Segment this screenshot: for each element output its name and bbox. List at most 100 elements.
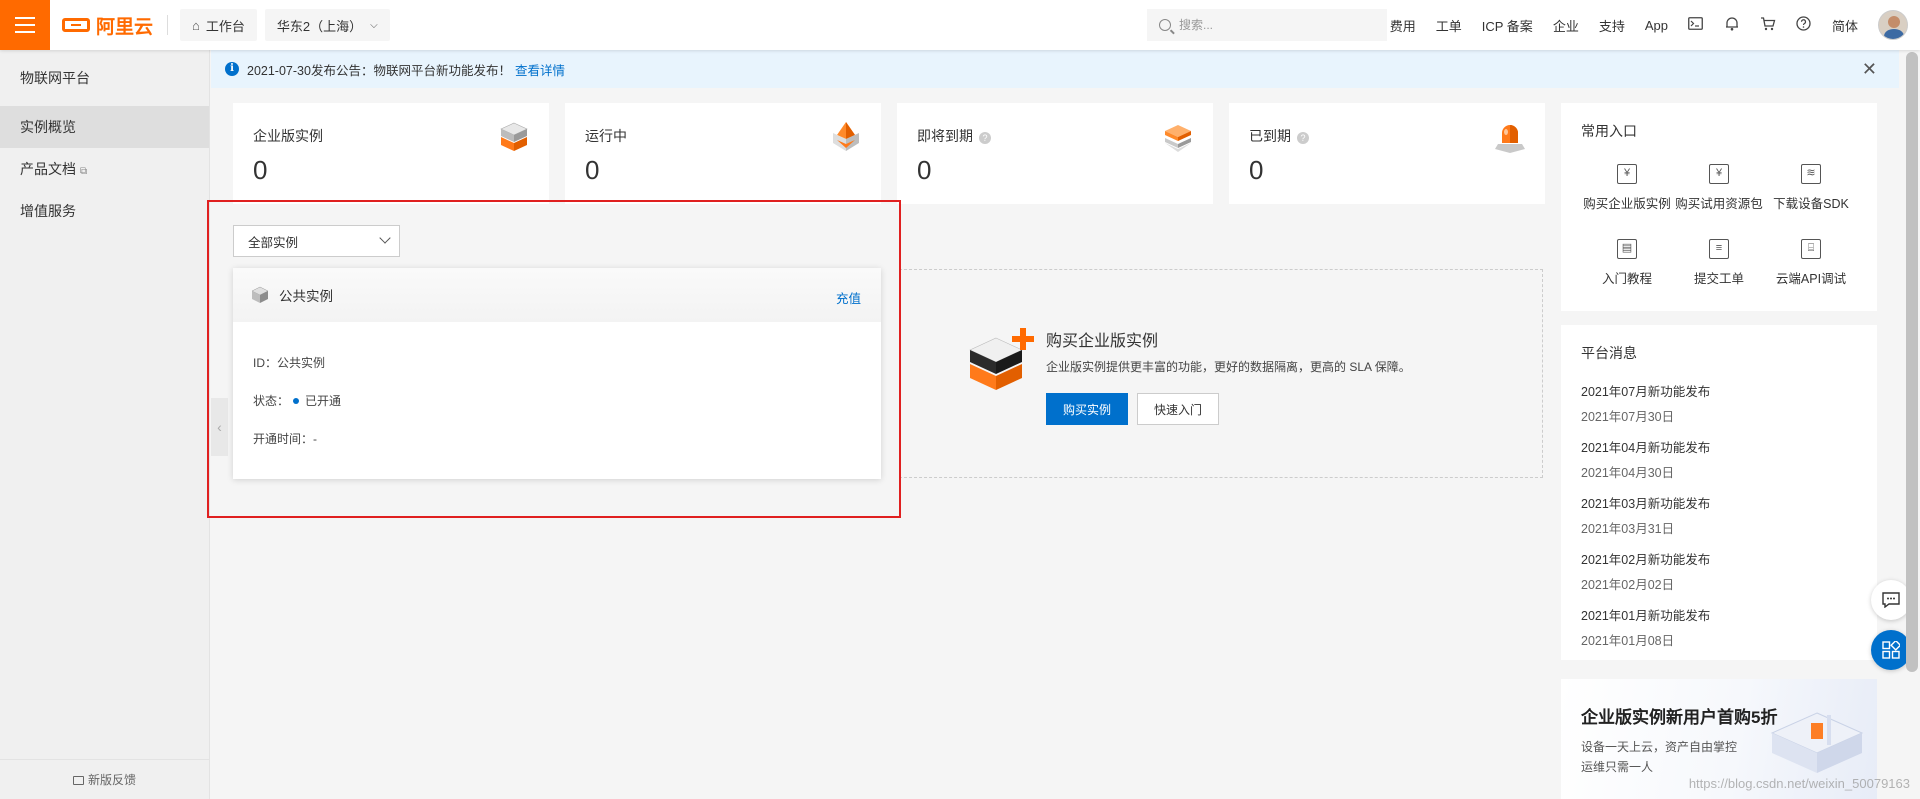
platform-messages-panel: 平台消息 2021年07月新功能发布 2021年07月30日 2021年04月新… [1561, 325, 1877, 660]
recharge-link[interactable]: 充值 [836, 288, 861, 307]
message-title: 2021年02月新功能发布 [1581, 553, 1711, 567]
message-item[interactable]: 2021年03月新功能发布 2021年03月31日 [1581, 493, 1710, 537]
collapse-sidebar-handle[interactable]: ‹ [211, 398, 228, 456]
instance-card-header: 公共实例 充值 [233, 268, 881, 322]
search-box[interactable] [1147, 9, 1387, 41]
tutorial-icon: ▤ [1617, 239, 1637, 259]
instance-filter-dropdown[interactable]: 全部实例 [233, 225, 400, 257]
apps-icon[interactable] [1871, 630, 1911, 670]
nav-enterprise[interactable]: 企业 [1553, 16, 1579, 35]
top-bar: 阿里云 ⌂ 工作台 华东2（上海） ⌵ 费用 工单 ICP 备案 企业 支持 A… [0, 0, 1920, 50]
workbench-button[interactable]: ⌂ 工作台 [180, 9, 257, 41]
cart-icon[interactable] [1760, 16, 1776, 34]
api-icon: ⌸ [1801, 239, 1821, 259]
opened-value: - [313, 432, 318, 446]
quick-item-label: 购买试用资源包 [1675, 197, 1763, 211]
expiring-stack-icon [1165, 125, 1191, 152]
chat-icon[interactable] [1871, 580, 1911, 620]
announcement-bar: i 2021-07-30发布公告：物联网平台新功能发布！ 查看详情 ✕ [211, 50, 1899, 88]
message-item[interactable]: 2021年02月新功能发布 2021年02月02日 [1581, 549, 1710, 593]
stat-value: 0 [585, 155, 600, 185]
close-icon[interactable]: ✕ [1862, 60, 1877, 78]
sidebar-item-label: 实例概览 [20, 119, 76, 135]
feedback-button[interactable]: 新版反馈 [0, 759, 209, 799]
top-nav: 费用 工单 ICP 备案 企业 支持 App 简体 [1380, 0, 1920, 50]
quick-api-debug[interactable]: ⌸ 云端API调试 [1761, 239, 1861, 287]
terminal-icon[interactable] [1688, 17, 1704, 33]
ticket-icon: ≡ [1709, 239, 1729, 259]
enterprise-cube-icon [500, 122, 528, 151]
aliyun-logo[interactable]: 阿里云 [62, 12, 153, 39]
sidebar-item-label: 产品文档 [20, 161, 76, 177]
stat-label: 运行中 [585, 128, 627, 144]
layers-icon: ≋ [1801, 164, 1821, 184]
status-dot-icon [293, 398, 300, 404]
user-avatar[interactable] [1878, 10, 1908, 40]
sidebar-item-value-added[interactable]: 增值服务 [0, 190, 209, 232]
instance-status-row: 状态： 已开通 [253, 392, 341, 409]
help-icon[interactable] [1796, 16, 1812, 34]
region-selector[interactable]: 华东2（上海） ⌵ [264, 9, 390, 41]
buy-instance-icon [969, 328, 1034, 390]
message-title: 2021年03月新功能发布 [1581, 497, 1711, 511]
stat-card-expiring: 即将到期? 0 [897, 103, 1213, 204]
nav-support[interactable]: 支持 [1599, 16, 1625, 35]
workbench-label: 工作台 [205, 18, 245, 34]
promo-line-2: 运维只需一人 [1581, 760, 1654, 774]
chevron-down-icon: ⌵ [370, 19, 378, 31]
watermark: https://blog.csdn.net/weixin_50079163 [1688, 776, 1910, 791]
yuan-icon: ¥ [1709, 164, 1729, 184]
message-date: 2021年03月31日 [1581, 522, 1675, 536]
search-input[interactable] [1179, 18, 1379, 32]
message-item[interactable]: 2021年01月新功能发布 2021年01月08日 [1581, 605, 1710, 649]
nav-tickets[interactable]: 工单 [1436, 16, 1462, 35]
stat-label: 即将到期 [917, 128, 973, 144]
help-icon[interactable]: ? [979, 132, 991, 144]
stat-value: 0 [917, 155, 932, 185]
message-date: 2021年02月02日 [1581, 578, 1675, 592]
quick-buy-trial[interactable]: ¥ 购买试用资源包 [1669, 164, 1769, 212]
public-instance-card[interactable]: 公共实例 充值 ID：公共实例 状态： 已开通 开通时间：- [233, 268, 881, 479]
buy-panel-description: 企业版实例提供更丰富的功能，更好的数据隔离，更高的 SLA 保障。 [1046, 360, 1411, 374]
bell-icon[interactable] [1724, 16, 1740, 34]
logo-mark-icon [62, 18, 90, 32]
quick-item-label: 购买企业版实例 [1583, 197, 1671, 211]
quick-download-sdk[interactable]: ≋ 下载设备SDK [1761, 164, 1861, 212]
message-item[interactable]: 2021年07月新功能发布 2021年07月30日 [1581, 381, 1710, 425]
quick-tutorial[interactable]: ▤ 入门教程 [1577, 239, 1677, 287]
quick-submit-ticket[interactable]: ≡ 提交工单 [1669, 239, 1769, 287]
nav-icp[interactable]: ICP 备案 [1482, 16, 1533, 35]
message-date: 2021年04月30日 [1581, 466, 1675, 480]
quick-item-label: 入门教程 [1601, 272, 1652, 286]
id-value: 公共实例 [277, 356, 326, 370]
hamburger-menu-button[interactable] [0, 0, 50, 50]
buy-instance-button[interactable]: 购买实例 [1046, 393, 1128, 425]
language-switch[interactable]: 简体 [1832, 16, 1858, 35]
quick-start-button[interactable]: 快速入门 [1137, 393, 1219, 425]
page-scrollbar[interactable] [1906, 52, 1918, 672]
stat-value: 0 [1249, 155, 1264, 185]
stat-card-running: 运行中 0 [565, 103, 881, 204]
nav-app[interactable]: App [1645, 18, 1668, 33]
region-label: 华东2（上海） [276, 18, 363, 34]
buy-enterprise-instance-panel: 购买企业版实例 企业版实例提供更丰富的功能，更好的数据隔离，更高的 SLA 保障… [899, 269, 1543, 478]
sidebar-item-instance-overview[interactable]: 实例概览 [0, 106, 209, 148]
announcement-text: 2021-07-30发布公告：物联网平台新功能发布！ [247, 63, 511, 78]
stat-label: 已到期 [1249, 128, 1291, 144]
running-pyramid-icon [833, 122, 859, 151]
message-date: 2021年01月08日 [1581, 634, 1675, 648]
quick-item-label: 提交工单 [1693, 272, 1744, 286]
message-title: 2021年04月新功能发布 [1581, 441, 1711, 455]
message-item[interactable]: 2021年04月新功能发布 2021年04月30日 [1581, 437, 1710, 481]
promo-line-1: 设备一天上云，资产自由掌控 [1581, 740, 1738, 754]
divider [167, 15, 169, 35]
opened-label: 开通时间： [253, 432, 314, 446]
quick-buy-enterprise[interactable]: ¥ 购买企业版实例 [1577, 164, 1677, 212]
nav-billing[interactable]: 费用 [1390, 16, 1416, 35]
stat-label: 企业版实例 [253, 128, 323, 144]
sidebar-item-product-docs[interactable]: 产品文档 ⧉ [0, 148, 209, 190]
announcement-link[interactable]: 查看详情 [515, 60, 565, 79]
instance-cube-icon [251, 286, 269, 303]
instance-name: 公共实例 [279, 289, 333, 304]
help-icon[interactable]: ? [1297, 132, 1309, 144]
